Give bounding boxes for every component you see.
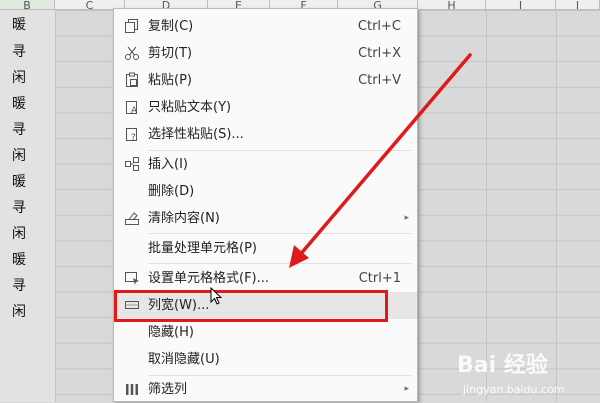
menu-item-label: 筛选列 xyxy=(148,382,188,397)
cell-b[interactable]: 暖 xyxy=(0,247,55,273)
highlight-box xyxy=(114,290,388,322)
menu-item-label: 选择性粘贴(S)... xyxy=(148,127,244,142)
cell-b[interactable]: 寻 xyxy=(0,195,55,221)
menu-item-format-cells[interactable]: 设置单元格格式(F)... Ctrl+1 xyxy=(114,265,417,292)
column-header-b[interactable]: B xyxy=(0,0,55,10)
cell-b[interactable]: 暖 xyxy=(0,169,55,195)
grid-line xyxy=(418,10,419,402)
watermark-brand: Bai 经验 xyxy=(457,353,548,378)
cell-b[interactable]: 闲 xyxy=(0,65,55,91)
menu-item-insert[interactable]: 插入(I) xyxy=(114,151,417,178)
cell-b[interactable]: 寻 xyxy=(0,39,55,65)
grid-line xyxy=(55,10,56,402)
cell-b[interactable]: 闲 xyxy=(0,143,55,169)
menu-item-clear-contents[interactable]: 清除内容(N) ▸ xyxy=(114,205,417,232)
paste-icon xyxy=(124,72,140,88)
menu-item-label: 隐藏(H) xyxy=(148,325,194,340)
filter-column-icon xyxy=(124,381,140,397)
paste-special-icon: ? xyxy=(124,126,140,143)
menu-item-label: 删除(D) xyxy=(148,184,195,199)
submenu-arrow-icon: ▸ xyxy=(404,384,409,394)
submenu-arrow-icon: ▸ xyxy=(404,213,409,223)
menu-item-batch-process-cells[interactable]: 批量处理单元格(P) xyxy=(114,235,417,262)
menu-separator xyxy=(148,233,411,234)
mouse-cursor-icon xyxy=(210,287,223,305)
menu-item-shortcut: Ctrl+X xyxy=(358,46,401,61)
cell-b[interactable]: 闲 xyxy=(0,299,55,325)
menu-item-copy[interactable]: 复制(C) Ctrl+C xyxy=(114,13,417,40)
menu-item-label: 清除内容(N) xyxy=(148,211,220,226)
menu-item-unhide[interactable]: 取消隐藏(U) xyxy=(114,346,417,373)
menu-separator xyxy=(148,263,411,264)
menu-item-cut[interactable]: 剪切(T) Ctrl+X xyxy=(114,40,417,67)
menu-item-hide[interactable]: 隐藏(H) xyxy=(114,319,417,346)
menu-item-delete[interactable]: 删除(D) xyxy=(114,178,417,205)
cell-b[interactable]: 寻 xyxy=(0,273,55,299)
svg-text:?: ? xyxy=(131,133,136,142)
cell-b[interactable]: 寻 xyxy=(0,117,55,143)
menu-item-paste[interactable]: 粘贴(P) Ctrl+V xyxy=(114,67,417,94)
menu-item-label: 复制(C) xyxy=(148,19,194,34)
svg-text:A: A xyxy=(131,106,138,115)
cell-b[interactable]: 闲 xyxy=(0,221,55,247)
menu-item-label: 粘贴(P) xyxy=(148,73,192,88)
watermark: Bai 经验 jingyan.baidu.com xyxy=(457,343,597,401)
menu-item-paste-special[interactable]: ? 选择性粘贴(S)... xyxy=(114,121,417,148)
format-cells-icon xyxy=(124,270,140,286)
menu-item-shortcut: Ctrl+C xyxy=(357,19,401,34)
scissors-icon xyxy=(124,45,140,61)
menu-item-label: 取消隐藏(U) xyxy=(148,352,220,367)
context-menu: 复制(C) Ctrl+C 剪切(T) Ctrl+X 粘贴(P) Ctrl+V A… xyxy=(113,8,418,402)
menu-item-label: 只粘贴文本(Y) xyxy=(148,100,232,115)
menu-item-paste-text-only[interactable]: A 只粘贴文本(Y) xyxy=(114,94,417,121)
watermark-url: jingyan.baidu.com xyxy=(463,383,565,396)
column-header-j[interactable]: J xyxy=(556,0,600,10)
menu-item-shortcut: Ctrl+V xyxy=(358,73,401,88)
menu-item-label: 插入(I) xyxy=(148,157,188,172)
column-header-h[interactable]: H xyxy=(418,0,486,10)
column-header-i[interactable]: I xyxy=(486,0,556,10)
menu-item-filter-column[interactable]: 筛选列 ▸ xyxy=(114,376,417,403)
menu-item-label: 剪切(T) xyxy=(148,46,193,61)
insert-icon xyxy=(124,156,140,172)
cell-b[interactable]: 暖 xyxy=(0,91,55,117)
cell-b[interactable]: 暖 xyxy=(0,12,55,38)
menu-item-label: 批量处理单元格(P) xyxy=(148,241,257,256)
menu-item-label: 设置单元格格式(F)... xyxy=(148,271,270,286)
paste-text-icon: A xyxy=(124,99,140,116)
copy-icon xyxy=(124,18,140,34)
eraser-icon xyxy=(124,210,140,226)
menu-item-shortcut: Ctrl+1 xyxy=(358,271,401,286)
